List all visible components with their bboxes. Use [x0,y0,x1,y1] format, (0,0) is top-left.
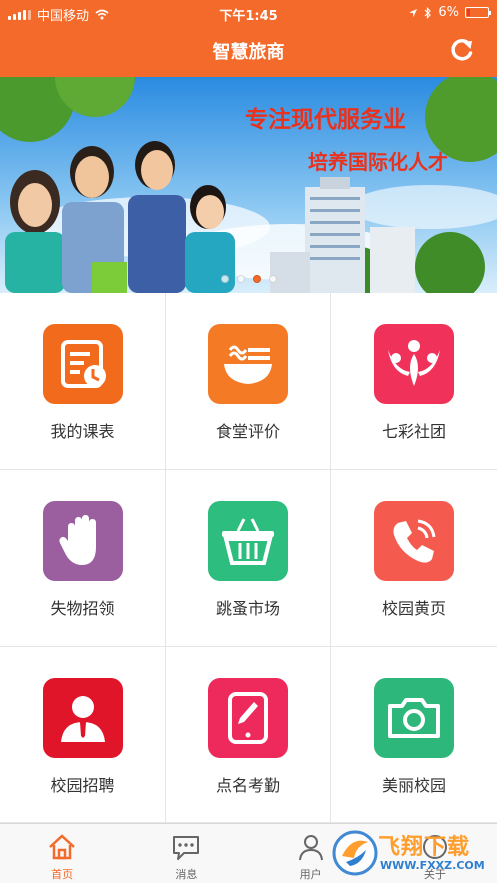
banner-carousel[interactable]: 专注现代服务业 培养国际化人才 [0,77,497,293]
banner-slogan-1: 专注现代服务业 [245,106,406,133]
watermark: 飞翔下载 WWW.FXXZ.COM [330,823,497,883]
canteen-bowl-icon [208,324,288,404]
grid-item-flea-market[interactable]: 跳蚤市场 [166,470,331,647]
status-bar: 中国移动 下午1:45 6% [0,0,497,26]
banner-slogan-2: 培养国际化人才 [308,150,448,174]
grid-item-label: 跳蚤市场 [215,599,280,618]
watermark-logo [332,830,378,876]
tab-label: 消息 [175,868,198,881]
location-icon [409,8,418,17]
tab-home[interactable]: 首页 [0,824,124,883]
grid-item-attendance[interactable]: 点名考勤 [166,647,331,823]
grid-item-label: 校园黄页 [381,599,446,618]
feature-grid: 我的课表 食堂评价 七彩社团 失物招领 跳蚤市场 校园黄页 校园招聘 点名考勤 … [0,293,497,823]
refresh-icon[interactable] [449,37,475,63]
camera-icon [374,678,454,758]
grid-item-clubs[interactable]: 七彩社团 [331,293,497,470]
battery-icon [465,7,491,18]
grid-item-label: 校园招聘 [50,776,115,795]
club-people-icon [374,324,454,404]
battery-percent: 6% [438,5,459,20]
grid-item-campus-photos[interactable]: 美丽校园 [331,647,497,823]
grid-item-recruitment[interactable]: 校园招聘 [0,647,166,823]
grid-item-label: 七彩社团 [381,422,446,441]
grid-item-label: 失物招领 [50,599,115,618]
hand-icon [42,501,123,581]
tab-label: 首页 [51,868,74,881]
home-icon [49,834,75,860]
carousel-dot[interactable] [236,275,245,283]
page-title: 智慧旅商 [212,42,285,63]
grid-item-lost-found[interactable]: 失物招领 [0,470,166,647]
grid-item-schedule[interactable]: 我的课表 [0,293,166,470]
watermark-url: WWW.FXXZ.COM [380,859,485,872]
top-bar: 中国移动 下午1:45 6% 智慧旅商 [0,0,497,77]
person-icon [42,678,123,758]
grid-item-canteen[interactable]: 食堂评价 [166,293,331,470]
user-icon [298,835,323,861]
bluetooth-icon [424,6,432,19]
phone-icon [374,501,454,581]
grid-item-label: 我的课表 [50,422,115,441]
carousel-dot[interactable] [220,275,229,283]
basket-icon [208,501,288,581]
schedule-icon [42,324,123,404]
grid-item-yellow-pages[interactable]: 校园黄页 [331,470,497,647]
carousel-dots [0,275,497,283]
tab-messages[interactable]: 消息 [124,824,248,883]
grid-item-label: 食堂评价 [215,422,280,441]
carousel-dot-active[interactable] [252,275,261,283]
grid-item-label: 点名考勤 [215,776,280,795]
banner-image: 专注现代服务业 培养国际化人才 [0,77,497,293]
watermark-text: 飞翔下载 [378,835,471,860]
grid-item-label: 美丽校园 [381,776,446,795]
message-icon [173,836,200,860]
tablet-pen-icon [208,678,288,758]
carousel-dot[interactable] [268,275,277,283]
